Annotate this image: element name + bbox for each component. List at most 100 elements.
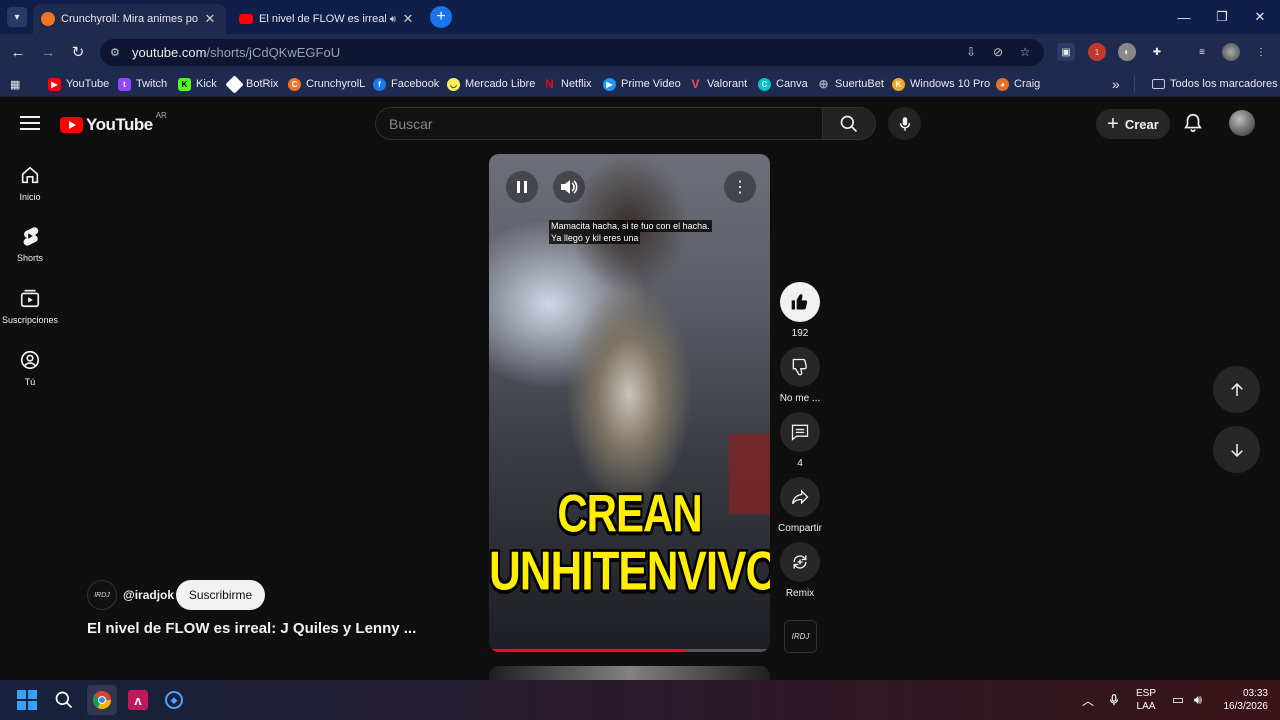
search-button[interactable] [822, 107, 876, 140]
taskbar-search-icon[interactable] [52, 688, 76, 712]
tab-search-dropdown-icon[interactable]: ▾ [7, 7, 27, 27]
bookmark-windows-10-pro[interactable]: K Windows 10 Pro [892, 76, 990, 92]
bookmark-valorant[interactable]: V Valorant [689, 76, 747, 92]
bookmarks-overflow-icon[interactable]: » [1112, 76, 1120, 92]
address-bar[interactable]: ⚙︎ youtube.com/shorts/jCdQKwEGFoU [100, 39, 1044, 66]
thumbs-down-icon [792, 358, 807, 376]
forward-button[interactable]: → [36, 40, 60, 64]
close-tab-icon[interactable]: ✕ [400, 11, 416, 27]
bookmark-mercado-libre[interactable]: ◡ Mercado Libre [447, 76, 535, 92]
previous-short-button[interactable] [1213, 366, 1260, 413]
bookmark-star-icon[interactable]: ☆ [1016, 43, 1034, 61]
bookmark-label: Facebook [391, 78, 440, 90]
new-tab-button[interactable]: + [430, 6, 452, 28]
channel-handle[interactable]: @iradjok [123, 588, 174, 602]
close-tab-icon[interactable]: ✕ [202, 11, 218, 27]
hamburger-menu-icon[interactable] [20, 116, 40, 130]
bookmark-facebook[interactable]: f Facebook [373, 76, 439, 92]
microphone-tray-icon[interactable] [1102, 688, 1126, 712]
youtube-logo[interactable]: YouTube AR [60, 111, 167, 135]
extension-icon[interactable]: ◐ [1118, 43, 1136, 61]
show-hidden-icons-icon[interactable]: ︿ [1076, 688, 1100, 712]
bookmark-craig[interactable]: ◕ Craig [996, 76, 1040, 92]
tab-crunchyroll[interactable]: Crunchyroll: Mira animes popul ✕ [33, 4, 226, 34]
next-short-preview[interactable] [489, 666, 770, 680]
comments-button[interactable]: 4 [779, 412, 821, 469]
remix-button[interactable]: Remix [779, 542, 821, 599]
extensions-puzzle-icon[interactable]: ✚ [1148, 43, 1166, 61]
windows-start-icon[interactable] [15, 688, 39, 712]
bookmark-crunchyroll[interactable]: C CrunchyrolL [288, 76, 365, 92]
pause-button[interactable] [506, 171, 538, 203]
keyboard-layout: LAA [1136, 701, 1156, 712]
voice-search-button[interactable] [888, 107, 921, 140]
reload-button[interactable]: ↻ [66, 40, 90, 64]
tab-youtube-short[interactable]: El nivel de FLOW es irreal: J 🔊︎ ✕ [231, 4, 424, 34]
channel-avatar[interactable]: IRDJ [87, 580, 117, 610]
language-code: ESP [1135, 688, 1156, 699]
sidebar-item-suscripciones[interactable]: Suscripciones [0, 287, 60, 325]
taskbar-chrome[interactable] [87, 685, 117, 715]
subscribe-button[interactable]: Suscribirme [176, 580, 265, 610]
back-button[interactable]: ← [6, 40, 30, 64]
create-button[interactable]: + Crear [1096, 109, 1170, 139]
next-short-button[interactable] [1213, 426, 1260, 473]
taskbar-bluetooth-app[interactable]: ◆ [162, 688, 186, 712]
chrome-menu-icon[interactable]: ⋮ [1252, 43, 1270, 61]
search-icon [55, 691, 73, 709]
taskbar-app[interactable]: ʌ [126, 688, 150, 712]
create-label: Crear [1124, 116, 1159, 132]
windows-logo-icon [17, 690, 37, 710]
close-window-button[interactable]: ✕ [1241, 6, 1279, 28]
install-app-icon[interactable]: ⇩ [962, 43, 980, 61]
logo-wordmark: YouTube [86, 115, 153, 134]
bookmark-netflix[interactable]: N Netflix [543, 76, 591, 92]
speaker-icon[interactable]: 🔊︎ [1186, 688, 1210, 712]
bookmarks-bar: ▦ ▶ YouTube t Twitch K Kick BotRix C Crunchy… [0, 70, 1280, 97]
minimize-button[interactable]: — [1165, 6, 1203, 28]
notifications-bell-icon[interactable] [1182, 112, 1204, 134]
bookmark-prime-video[interactable]: ▶ Prime Video [603, 76, 681, 92]
sidebar-item-shorts[interactable]: Shorts [0, 225, 60, 263]
video-progress-bar[interactable] [489, 649, 770, 652]
channel-thumbnail[interactable]: IRDJ [784, 620, 817, 653]
bookmark-twitch[interactable]: t Twitch [118, 76, 167, 92]
all-bookmarks-folder[interactable]: Todos los marcadores [1152, 76, 1278, 92]
volume-button[interactable] [553, 171, 585, 203]
bookmark-label: SuertuBet [835, 78, 884, 90]
shorts-video-player[interactable]: ⋮ Mamacita hacha, si te fuo con el hacha… [489, 154, 770, 652]
media-control-icon[interactable]: ≡ [1193, 43, 1211, 61]
sidebar-item-tu[interactable]: Tú [0, 349, 60, 387]
bookmark-youtube[interactable]: ▶ YouTube [48, 76, 109, 92]
short-title[interactable]: El nivel de FLOW es irreal: J Quiles y L… [87, 620, 432, 637]
apps-grid-icon[interactable]: ▦ [10, 76, 20, 92]
extension-icon[interactable]: ▣ [1057, 43, 1075, 61]
netflix-icon: N [545, 77, 554, 91]
like-button[interactable]: 192 [779, 282, 821, 339]
bookmark-suertubet[interactable]: ⊕ SuertuBet [817, 76, 884, 92]
volume-icon [561, 180, 578, 194]
share-button[interactable]: Compartir [778, 477, 822, 534]
clock[interactable]: 03:33 16/3/2026 [1212, 687, 1269, 713]
restore-button[interactable]: ❐ [1203, 6, 1241, 28]
profile-avatar[interactable] [1222, 43, 1240, 61]
site-info-icon[interactable]: ⚙︎ [110, 46, 126, 59]
tracking-protection-icon[interactable]: ⊘ [989, 43, 1007, 61]
sidebar-label: Tú [24, 377, 36, 387]
canva-icon: C [758, 77, 771, 91]
bookmark-kick[interactable]: K Kick [178, 76, 217, 92]
more-options-icon[interactable]: ⋮ [724, 171, 756, 203]
tab-audio-icon[interactable]: 🔊︎ [390, 14, 396, 25]
bookmark-botrix[interactable]: BotRix [225, 74, 278, 94]
bookmark-canva[interactable]: C Canva [758, 76, 808, 92]
input-language[interactable]: ESP LAA [1134, 687, 1158, 713]
sidebar-item-inicio[interactable]: Inicio [0, 164, 60, 202]
dislike-button[interactable]: No me ... [779, 347, 821, 404]
progress-fill [489, 649, 686, 652]
crunchyroll-icon: C [288, 77, 301, 91]
extension-badge-count: 1 [1094, 47, 1100, 57]
search-input[interactable]: Buscar [375, 107, 823, 140]
page-scrollbar[interactable] [1271, 98, 1280, 680]
extension-badge-icon[interactable]: 1 [1088, 43, 1106, 61]
account-avatar[interactable] [1229, 110, 1255, 136]
